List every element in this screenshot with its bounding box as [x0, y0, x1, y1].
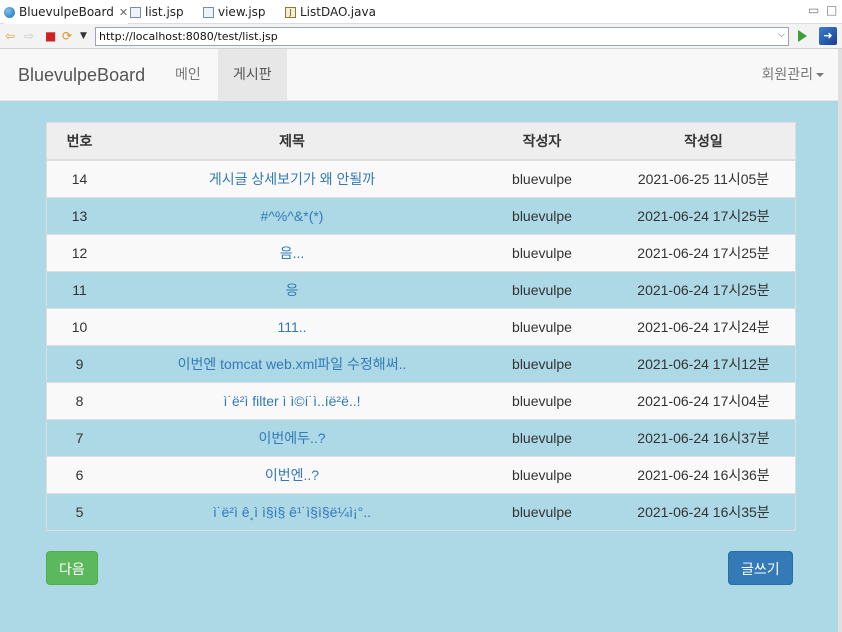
refresh-icon[interactable]: ⟳	[62, 30, 72, 42]
post-writer: bluevulpe	[472, 233, 612, 271]
header-writer: 작성자	[472, 123, 612, 161]
post-writer: bluevulpe	[472, 270, 612, 308]
post-date: 2021-06-24 17시12분	[612, 344, 795, 382]
post-writer: bluevulpe	[472, 344, 612, 382]
maximize-icon[interactable]: □	[826, 3, 837, 17]
nav-link-board[interactable]: 게시판	[218, 49, 287, 101]
forward-arrow-icon[interactable]: ⇨	[24, 30, 34, 42]
header-number: 번호	[47, 123, 112, 161]
post-number: 6	[47, 455, 112, 493]
web-page: BluevulpeBoard 메인 게시판 회원관리 번호 제목 작성자 작성일…	[0, 49, 842, 632]
board-table: 번호 제목 작성자 작성일 14 게시글 상세보기가 왜 안될까 bluevul…	[46, 122, 796, 531]
browser-toolbar: ⇦ ⇨ ■ ⟳ ▼ ⌵ ➜	[0, 24, 842, 49]
table-row: 11 응 bluevulpe 2021-06-24 17시25분	[47, 270, 795, 308]
post-number: 7	[47, 418, 112, 456]
post-writer: bluevulpe	[472, 159, 612, 197]
top-navbar: BluevulpeBoard 메인 게시판 회원관리	[0, 49, 838, 101]
url-input[interactable]	[95, 27, 789, 46]
stop-icon[interactable]: ■	[45, 30, 56, 42]
post-writer: bluevulpe	[472, 196, 612, 234]
tab-bluevulpeboard[interactable]: BluevulpeBoard ✕	[4, 0, 129, 24]
history-dropdown-icon[interactable]: ▼	[80, 30, 87, 42]
nav-link-main[interactable]: 메인	[160, 49, 216, 101]
table-row: 12 음... bluevulpe 2021-06-24 17시25분	[47, 233, 795, 271]
back-arrow-icon[interactable]: ⇦	[5, 30, 15, 42]
post-title-link[interactable]: ì˙ë²ì filter ì ì©í˙ì..íë²ë..!	[223, 393, 360, 409]
tab-label: list.jsp	[145, 5, 184, 19]
member-menu-label: 회원관리	[761, 67, 813, 83]
post-date: 2021-06-24 16시35분	[612, 492, 795, 530]
post-title-link[interactable]: 이번엔 tomcat web.xml파일 수정해써..	[178, 356, 407, 372]
post-number: 10	[47, 307, 112, 345]
java-file-icon: J	[285, 6, 296, 18]
go-icon[interactable]	[798, 30, 807, 42]
scrollbar[interactable]	[838, 49, 842, 632]
write-post-button[interactable]: 글쓰기	[728, 551, 793, 585]
post-number: 12	[47, 233, 112, 271]
post-date: 2021-06-24 17시25분	[612, 270, 795, 308]
minimize-icon[interactable]: ▭	[808, 3, 819, 17]
table-row: 5 ì˙ë²ì ê¸ì ì§ì§ ê¹˙ì§ì§ë¼ì¡°.. bluevulp…	[47, 492, 795, 530]
next-page-button[interactable]: 다음	[46, 551, 98, 585]
header-date: 작성일	[612, 123, 795, 161]
post-writer: bluevulpe	[472, 455, 612, 493]
table-row: 13 #^%^&*(*) bluevulpe 2021-06-24 17시25분	[47, 196, 795, 234]
tab-list-jsp[interactable]: list.jsp	[130, 0, 184, 24]
post-title-link[interactable]: 음...	[280, 245, 305, 261]
tab-label: ListDAO.java	[300, 5, 376, 19]
post-number: 13	[47, 196, 112, 234]
post-date: 2021-06-24 16시37분	[612, 418, 795, 456]
post-number: 5	[47, 492, 112, 530]
post-title-link[interactable]: 이번엔..?	[265, 467, 319, 483]
close-icon[interactable]: ✕	[119, 6, 128, 19]
table-row: 6 이번엔..? bluevulpe 2021-06-24 16시36분	[47, 455, 795, 493]
table-row: 7 이번에두..? bluevulpe 2021-06-24 16시37분	[47, 418, 795, 456]
table-header-row: 번호 제목 작성자 작성일	[47, 123, 795, 161]
external-browser-icon[interactable]: ➜	[819, 27, 837, 45]
tab-label: view.jsp	[218, 5, 266, 19]
post-title-link[interactable]: 게시글 상세보기가 왜 안될까	[209, 171, 375, 187]
table-row: 14 게시글 상세보기가 왜 안될까 bluevulpe 2021-06-25 …	[47, 159, 795, 197]
post-date: 2021-06-24 17시25분	[612, 233, 795, 271]
header-title: 제목	[112, 123, 472, 161]
post-writer: bluevulpe	[472, 307, 612, 345]
jsp-file-icon	[130, 6, 141, 18]
table-row: 8 ì˙ë²ì filter ì ì©í˙ì..íë²ë..! bluevulp…	[47, 381, 795, 419]
post-title-link[interactable]: ì˙ë²ì ê¸ì ì§ì§ ê¹˙ì§ì§ë¼ì¡°..	[213, 504, 371, 520]
post-date: 2021-06-24 17시25분	[612, 196, 795, 234]
jsp-file-icon	[203, 6, 214, 18]
post-date: 2021-06-24 17시04분	[612, 381, 795, 419]
caret-down-icon	[816, 73, 824, 77]
brand-link[interactable]: BluevulpeBoard	[18, 49, 145, 101]
post-writer: bluevulpe	[472, 418, 612, 456]
post-date: 2021-06-24 16시36분	[612, 455, 795, 493]
tab-view-jsp[interactable]: view.jsp	[203, 0, 266, 24]
post-title-link[interactable]: 111..	[277, 319, 306, 335]
tab-listdao-java[interactable]: J ListDAO.java	[285, 0, 376, 24]
post-title-link[interactable]: 응	[286, 282, 299, 298]
post-writer: bluevulpe	[472, 492, 612, 530]
table-row: 10 111.. bluevulpe 2021-06-24 17시24분	[47, 307, 795, 345]
editor-tab-bar: BluevulpeBoard ✕ list.jsp view.jsp J Lis…	[0, 0, 842, 24]
globe-icon	[4, 6, 15, 18]
post-date: 2021-06-24 17시24분	[612, 307, 795, 345]
tab-label: BluevulpeBoard	[19, 5, 114, 19]
post-title-link[interactable]: #^%^&*(*)	[261, 208, 324, 224]
post-number: 9	[47, 344, 112, 382]
table-row: 9 이번엔 tomcat web.xml파일 수정해써.. bluevulpe …	[47, 344, 795, 382]
post-writer: bluevulpe	[472, 381, 612, 419]
url-dropdown-icon[interactable]: ⌵	[778, 30, 785, 40]
post-number: 8	[47, 381, 112, 419]
post-number: 11	[47, 270, 112, 308]
post-date: 2021-06-25 11시05분	[612, 159, 795, 197]
post-number: 14	[47, 159, 112, 197]
member-menu-dropdown[interactable]: 회원관리	[761, 49, 824, 101]
post-title-link[interactable]: 이번에두..?	[258, 430, 325, 446]
